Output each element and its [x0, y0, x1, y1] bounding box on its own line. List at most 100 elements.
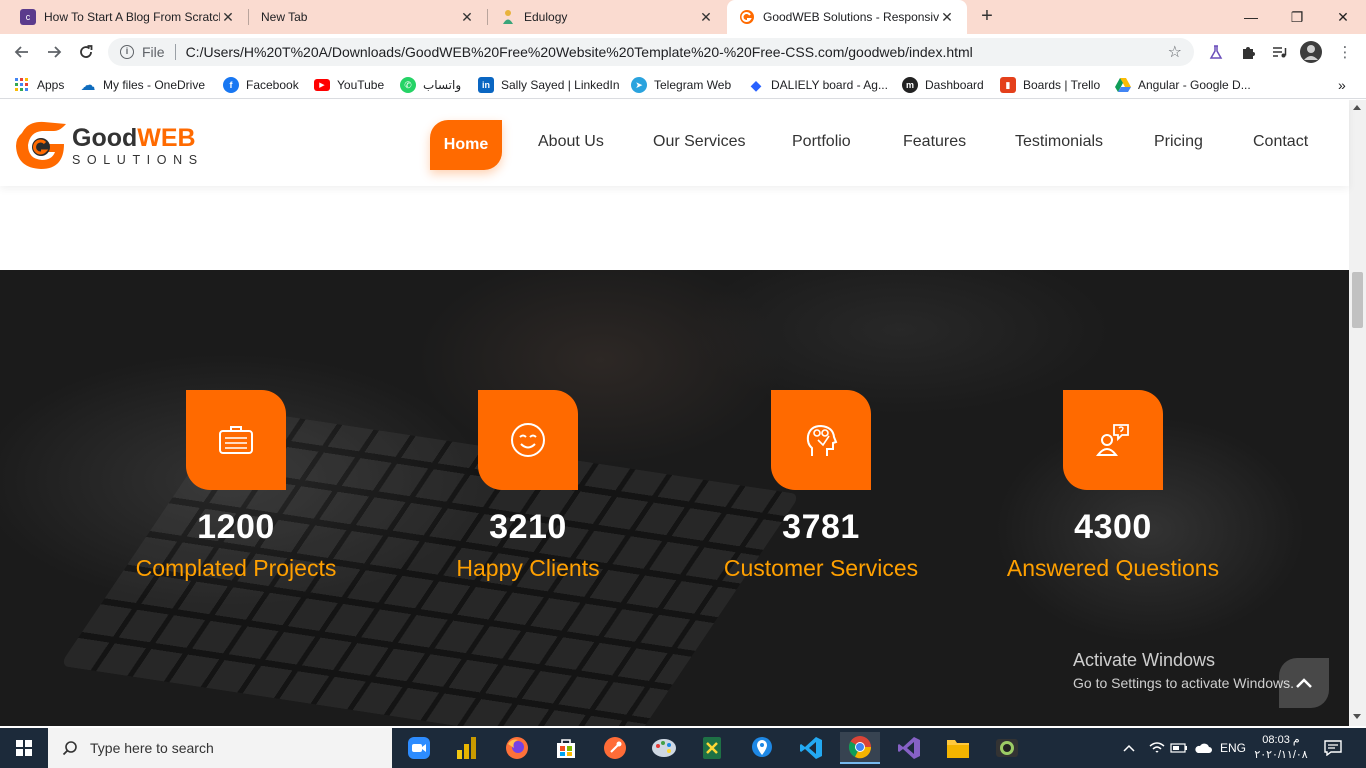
tab-title: Edulogy	[524, 10, 568, 24]
file-explorer-icon[interactable]	[938, 732, 978, 764]
scroll-thumb[interactable]	[1352, 272, 1363, 328]
colorlib-favicon-icon: c	[20, 9, 36, 25]
paint-icon[interactable]	[644, 732, 684, 764]
restore-button[interactable]: ❐	[1274, 0, 1320, 34]
bookmark-youtube[interactable]: ▶ YouTube	[314, 76, 384, 94]
bookmark-label: My files - OneDrive	[103, 78, 206, 92]
tab-strip: c How To Start A Blog From Scratch ✕ New…	[0, 0, 1366, 34]
bookmark-label: DALIELY board - Ag...	[771, 78, 888, 92]
extensions-puzzle-icon[interactable]	[1237, 41, 1259, 63]
bookmark-star-icon[interactable]: ☆	[1168, 42, 1182, 62]
logo-wordmark: GoodWEB	[72, 124, 204, 153]
bookmark-angular-drive[interactable]: Angular - Google D...	[1115, 76, 1251, 94]
close-tab-icon[interactable]: ✕	[939, 9, 955, 26]
close-window-button[interactable]: ✕	[1320, 0, 1366, 34]
profile-avatar[interactable]	[1300, 41, 1322, 63]
stat-number: 3210	[489, 508, 567, 546]
url-text[interactable]: C:/Users/H%20T%20A/Downloads/GoodWEB%20F…	[186, 44, 973, 60]
power-bi-icon[interactable]	[447, 732, 487, 764]
stat-number: 4300	[1074, 508, 1152, 546]
clock-date: ٢٠٢٠/١١/٠٨	[1254, 749, 1308, 761]
chevron-up-icon	[1296, 678, 1312, 688]
page-scrollbar[interactable]	[1349, 100, 1366, 726]
logo-text[interactable]: GoodWEB SOLUTIONS	[72, 124, 204, 167]
windows-start-icon[interactable]	[0, 728, 48, 768]
scroll-down-arrow-icon[interactable]	[1353, 714, 1361, 719]
minimize-button[interactable]: —	[1228, 0, 1274, 34]
nav-about-us[interactable]: About Us	[538, 133, 604, 151]
camera-icon[interactable]	[987, 732, 1027, 764]
tab-new-tab[interactable]: New Tab ✕	[249, 0, 487, 34]
search-icon	[62, 741, 77, 756]
close-tab-icon[interactable]: ✕	[698, 9, 714, 26]
visual-studio-icon[interactable]	[889, 732, 929, 764]
bookmarks-overflow-button[interactable]: »	[1338, 76, 1346, 94]
clock-time: 08:03 م	[1262, 734, 1300, 746]
nav-contact[interactable]: Contact	[1253, 133, 1308, 151]
logo-word-web: WEB	[137, 124, 196, 152]
bookmark-telegram[interactable]: ➤ Telegram Web	[631, 76, 731, 94]
briefcase-icon	[186, 390, 286, 490]
close-tab-icon[interactable]: ✕	[459, 9, 475, 26]
language-indicator[interactable]: ENG	[1220, 728, 1246, 768]
bookmark-label: واتساب	[423, 78, 462, 92]
taskbar-search-box[interactable]: Type here to search	[48, 728, 392, 768]
wifi-icon[interactable]	[1148, 728, 1166, 768]
stat-label: Answered Questions	[1006, 555, 1220, 581]
bookmark-onedrive[interactable]: ☁ My files - OneDrive	[80, 76, 206, 94]
goodweb-logo-icon[interactable]	[14, 119, 70, 171]
battery-icon[interactable]	[1170, 728, 1188, 768]
nav-testimonials[interactable]: Testimonials	[1015, 133, 1103, 151]
close-tab-icon[interactable]: ✕	[220, 9, 236, 26]
nav-our-services[interactable]: Our Services	[653, 133, 745, 151]
new-tab-button[interactable]: +	[976, 6, 998, 28]
stat-customer-services: 3781 Customer Services	[671, 390, 971, 582]
zoom-icon[interactable]	[399, 732, 439, 764]
store-icon[interactable]	[546, 732, 586, 764]
bookmark-daliely[interactable]: ◆ DALIELY board - Ag...	[748, 76, 888, 94]
postman-icon[interactable]	[595, 732, 635, 764]
nav-home[interactable]: Home	[430, 120, 502, 170]
maps-icon[interactable]	[742, 732, 782, 764]
diamond-icon: ◆	[750, 76, 762, 93]
dashboard-m-icon: m	[902, 77, 918, 93]
media-control-icon[interactable]	[1268, 41, 1290, 63]
bookmark-linkedin[interactable]: in Sally Sayed | LinkedIn	[478, 76, 620, 94]
tab-goodweb[interactable]: GoodWEB Solutions - Responsive ✕	[727, 0, 967, 34]
user-question-icon	[1063, 390, 1163, 490]
sheets-icon[interactable]	[692, 732, 732, 764]
bookmark-whatsapp[interactable]: ✆ واتساب	[400, 76, 461, 94]
google-drive-icon	[1115, 77, 1131, 93]
bookmark-label: Boards | Trello	[1023, 78, 1101, 92]
site-info-icon[interactable]: i	[120, 45, 134, 59]
firefox-icon[interactable]	[497, 732, 537, 764]
show-hidden-icons-chevron-icon[interactable]	[1122, 728, 1136, 768]
bookmark-apps[interactable]: Apps	[14, 76, 64, 94]
vscode-icon[interactable]	[791, 732, 831, 764]
linkedin-icon: in	[478, 77, 494, 93]
tab-edulogy[interactable]: Edulogy ✕	[488, 0, 726, 34]
activate-windows-watermark: Activate Windows Go to Settings to activ…	[1073, 650, 1294, 691]
notifications-icon[interactable]	[1324, 728, 1342, 768]
reload-icon[interactable]	[74, 40, 98, 64]
bookmark-trello[interactable]: ▮ Boards | Trello	[1000, 76, 1100, 94]
nav-pricing[interactable]: Pricing	[1154, 133, 1203, 151]
browser-menu-icon[interactable]: ⋮	[1334, 41, 1356, 63]
onedrive-tray-icon[interactable]	[1194, 728, 1212, 768]
nav-features[interactable]: Features	[903, 133, 966, 151]
stat-number: 3781	[782, 508, 860, 546]
smiley-icon	[478, 390, 578, 490]
bookmark-facebook[interactable]: f Facebook	[223, 76, 299, 94]
chrome-icon[interactable]	[840, 732, 880, 764]
tab-blog[interactable]: c How To Start A Blog From Scratch ✕	[8, 0, 248, 34]
forward-icon[interactable]	[42, 40, 66, 64]
nav-portfolio[interactable]: Portfolio	[792, 133, 851, 151]
back-icon[interactable]	[10, 40, 34, 64]
clock[interactable]: 08:03 م ٢٠٢٠/١١/٠٨	[1254, 728, 1308, 768]
flask-extension-icon[interactable]	[1205, 41, 1227, 63]
whatsapp-icon: ✆	[400, 77, 416, 93]
address-bar[interactable]: i File C:/Users/H%20T%20A/Downloads/Good…	[108, 38, 1194, 66]
scroll-up-arrow-icon[interactable]	[1353, 105, 1361, 110]
goodweb-icon	[739, 9, 755, 25]
bookmark-dashboard[interactable]: m Dashboard	[902, 76, 984, 94]
